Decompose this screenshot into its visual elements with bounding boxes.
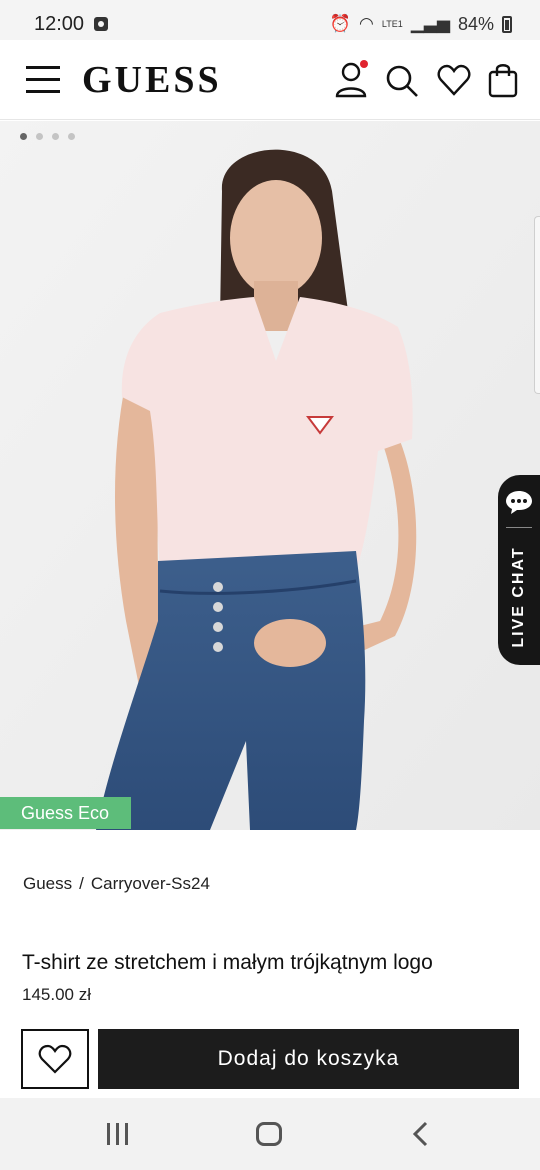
carousel-dot[interactable] [68, 133, 75, 140]
side-scroll-handle[interactable] [534, 216, 540, 394]
guess-logo[interactable]: GUESS [82, 58, 222, 102]
menu-icon[interactable] [26, 66, 60, 94]
status-icons: ⏰ ◠ LTE1 ▁▃▅ 84% [330, 14, 512, 35]
add-to-cart-button[interactable]: Dodaj do koszyka [98, 1029, 519, 1089]
account-icon[interactable] [334, 60, 370, 100]
carousel-dot[interactable] [52, 133, 59, 140]
app-header: GUESS [0, 40, 540, 120]
carousel-dot[interactable] [20, 133, 27, 140]
live-chat-label: LIVE CHAT [510, 546, 527, 648]
breadcrumb: Guess / Carryover-Ss24 [23, 874, 210, 894]
chat-divider [506, 527, 532, 528]
notification-dot [360, 60, 368, 68]
add-to-wishlist-button[interactable] [21, 1029, 89, 1089]
alarm-icon: ⏰ [329, 14, 352, 33]
model-photo [0, 121, 540, 830]
carousel-dots [20, 133, 75, 140]
breadcrumb-carryover[interactable]: Carryover-Ss24 [91, 874, 210, 894]
battery-icon [502, 15, 512, 33]
network-label: LTE1 [381, 18, 403, 29]
heart-icon [38, 1044, 72, 1074]
battery-percent: 84% [457, 13, 494, 34]
eco-badge: Guess Eco [0, 797, 131, 829]
breadcrumb-separator: / [79, 874, 84, 893]
product-title: T-shirt ze stretchem i małym trójkątnym … [22, 951, 433, 974]
product-image[interactable]: Guess Eco [0, 121, 540, 830]
home-icon[interactable] [254, 1120, 284, 1148]
back-icon[interactable] [406, 1120, 436, 1148]
notification-icon [94, 17, 109, 31]
breadcrumb-guess[interactable]: Guess [23, 874, 72, 894]
signal-icon: ▁▃▅ [410, 14, 450, 33]
shopping-bag-icon[interactable] [486, 60, 522, 100]
product-price: 145.00 zł [22, 985, 91, 1004]
recent-apps-icon[interactable] [104, 1120, 134, 1148]
live-chat-button[interactable]: LIVE CHAT [498, 475, 540, 665]
system-nav-bar [0, 1098, 540, 1170]
status-time: 12:00 [34, 12, 85, 35]
carousel-dot[interactable] [36, 133, 43, 140]
wifi-icon: ◠ [359, 14, 374, 33]
heart-icon[interactable] [436, 60, 472, 100]
search-icon[interactable] [384, 60, 420, 100]
chat-bubble-icon [506, 491, 532, 514]
